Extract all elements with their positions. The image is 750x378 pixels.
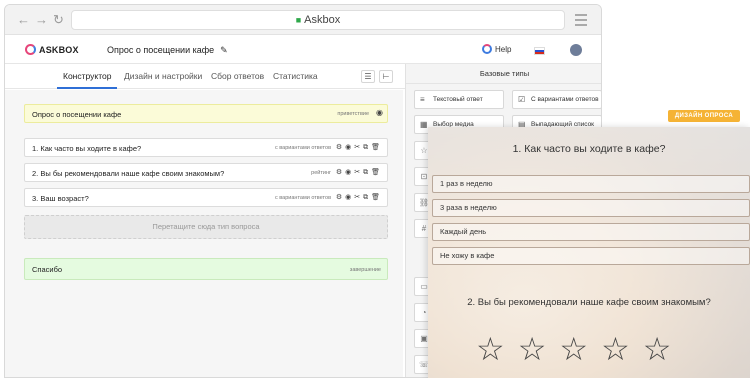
text-lines-icon: ≡: [420, 95, 425, 104]
thanks-text: Спасибо: [32, 265, 63, 274]
ru-flag-icon[interactable]: [534, 47, 545, 55]
type-label: Текстовый ответ: [433, 96, 483, 103]
eye-icon[interactable]: ◉: [376, 108, 383, 117]
star-icon[interactable]: ☆: [643, 331, 685, 367]
checkbox-icon: ☑: [518, 95, 526, 104]
reload-icon[interactable]: ↻: [53, 12, 64, 28]
flow-view-icon[interactable]: ⊢: [379, 70, 393, 83]
question-type: рейтинг: [311, 170, 331, 176]
tab-collect-answers[interactable]: Сбор ответов: [211, 71, 264, 81]
question-tools[interactable]: ⚙◉✂⧉🗑: [336, 193, 383, 202]
list-view-icon[interactable]: ☰: [361, 70, 375, 83]
star-icon[interactable]: ☆: [559, 331, 601, 367]
preview-option[interactable]: 3 раза в неделю: [432, 199, 750, 217]
tab-constructor[interactable]: Конструктор: [56, 71, 119, 89]
question-text: 2. Вы бы рекомендовали наше кафе своим з…: [32, 169, 225, 178]
question-row[interactable]: 3. Ваш возраст? с вариантами ответов ⚙◉✂…: [24, 188, 388, 207]
lock-icon: ■: [295, 15, 302, 25]
survey-title[interactable]: Опрос о посещении кафе ✎: [107, 45, 228, 56]
preview-question-2: 2. Вы бы рекомендовали наше кафе своим з…: [467, 297, 711, 308]
lifebuoy-icon: [482, 44, 492, 54]
welcome-type: приветствие: [337, 111, 369, 117]
logo-mark-icon: [25, 44, 36, 55]
tab-design-settings[interactable]: Дизайн и настройки: [124, 71, 202, 81]
pencil-icon[interactable]: ✎: [220, 45, 228, 55]
type-label: С вариантами ответов: [531, 96, 599, 103]
star-icon[interactable]: ☆: [601, 331, 643, 367]
preview-question-1: 1. Как часто вы ходите в кафе?: [512, 143, 666, 155]
multiple-choice-button[interactable]: ☑ С вариантами ответов: [512, 90, 601, 109]
help-button[interactable]: Help: [482, 44, 511, 54]
star-icon[interactable]: ☆: [476, 331, 518, 367]
question-text: 1. Как часто вы ходите в кафе?: [32, 144, 142, 153]
preview-option[interactable]: Не хожу в кафе: [432, 247, 750, 265]
welcome-text: Опрос о посещении кафе: [32, 110, 122, 119]
rating-stars[interactable]: ☆☆☆☆☆: [476, 333, 684, 365]
preview-option[interactable]: 1 раз в неделю: [432, 175, 750, 193]
design-survey-badge: ДИЗАЙН ОПРОСА: [668, 110, 740, 122]
image-grid-icon: ▦: [420, 120, 428, 129]
browser-toolbar: ← → ↻ ■ Askbox: [5, 5, 601, 35]
app-header: ASKBOX Опрос о посещении кафе ✎ Help: [5, 36, 601, 64]
user-avatar-icon[interactable]: [570, 44, 582, 56]
forward-icon[interactable]: →: [35, 12, 48, 28]
tab-bar: Конструктор Дизайн и настройки Сбор отве…: [5, 65, 405, 89]
star-icon[interactable]: ☆: [518, 331, 560, 367]
question-type: с вариантами ответов: [275, 195, 331, 201]
address-bar[interactable]: ■ Askbox: [71, 10, 565, 30]
text-answer-button[interactable]: ≡ Текстовый ответ: [414, 90, 504, 109]
thanks-type: завершение: [349, 267, 381, 273]
question-editor: Опрос о посещении кафе приветствие ◉ 1. …: [5, 90, 403, 377]
question-tools[interactable]: ⚙◉✂⧉🗑: [336, 143, 383, 152]
question-row[interactable]: 1. Как часто вы ходите в кафе? с вариант…: [24, 138, 388, 157]
logo[interactable]: ASKBOX: [25, 44, 79, 55]
url-text: Askbox: [304, 14, 341, 26]
question-row[interactable]: 2. Вы бы рекомендовали наше кафе своим з…: [24, 163, 388, 182]
question-dropzone[interactable]: Перетащите сюда тип вопроса: [24, 215, 388, 239]
help-label: Help: [495, 45, 512, 54]
logo-text: ASKBOX: [39, 45, 79, 55]
thanks-screen-row[interactable]: Спасибо завершение: [24, 258, 388, 280]
preview-option[interactable]: Каждый день: [432, 223, 750, 241]
question-text: 3. Ваш возраст?: [32, 194, 89, 203]
survey-preview: 1. Как часто вы ходите в кафе? 1 раз в н…: [428, 127, 750, 378]
question-tools[interactable]: ⚙◉✂⧉🗑: [336, 168, 383, 177]
hamburger-icon[interactable]: [575, 14, 587, 29]
back-icon[interactable]: ←: [17, 12, 30, 28]
welcome-screen-row[interactable]: Опрос о посещении кафе приветствие ◉: [24, 104, 388, 123]
survey-title-text: Опрос о посещении кафе: [107, 45, 215, 55]
question-type: с вариантами ответов: [275, 145, 331, 151]
base-types-title: Базовые типы: [406, 64, 601, 84]
tab-statistics[interactable]: Статистика: [273, 71, 318, 81]
